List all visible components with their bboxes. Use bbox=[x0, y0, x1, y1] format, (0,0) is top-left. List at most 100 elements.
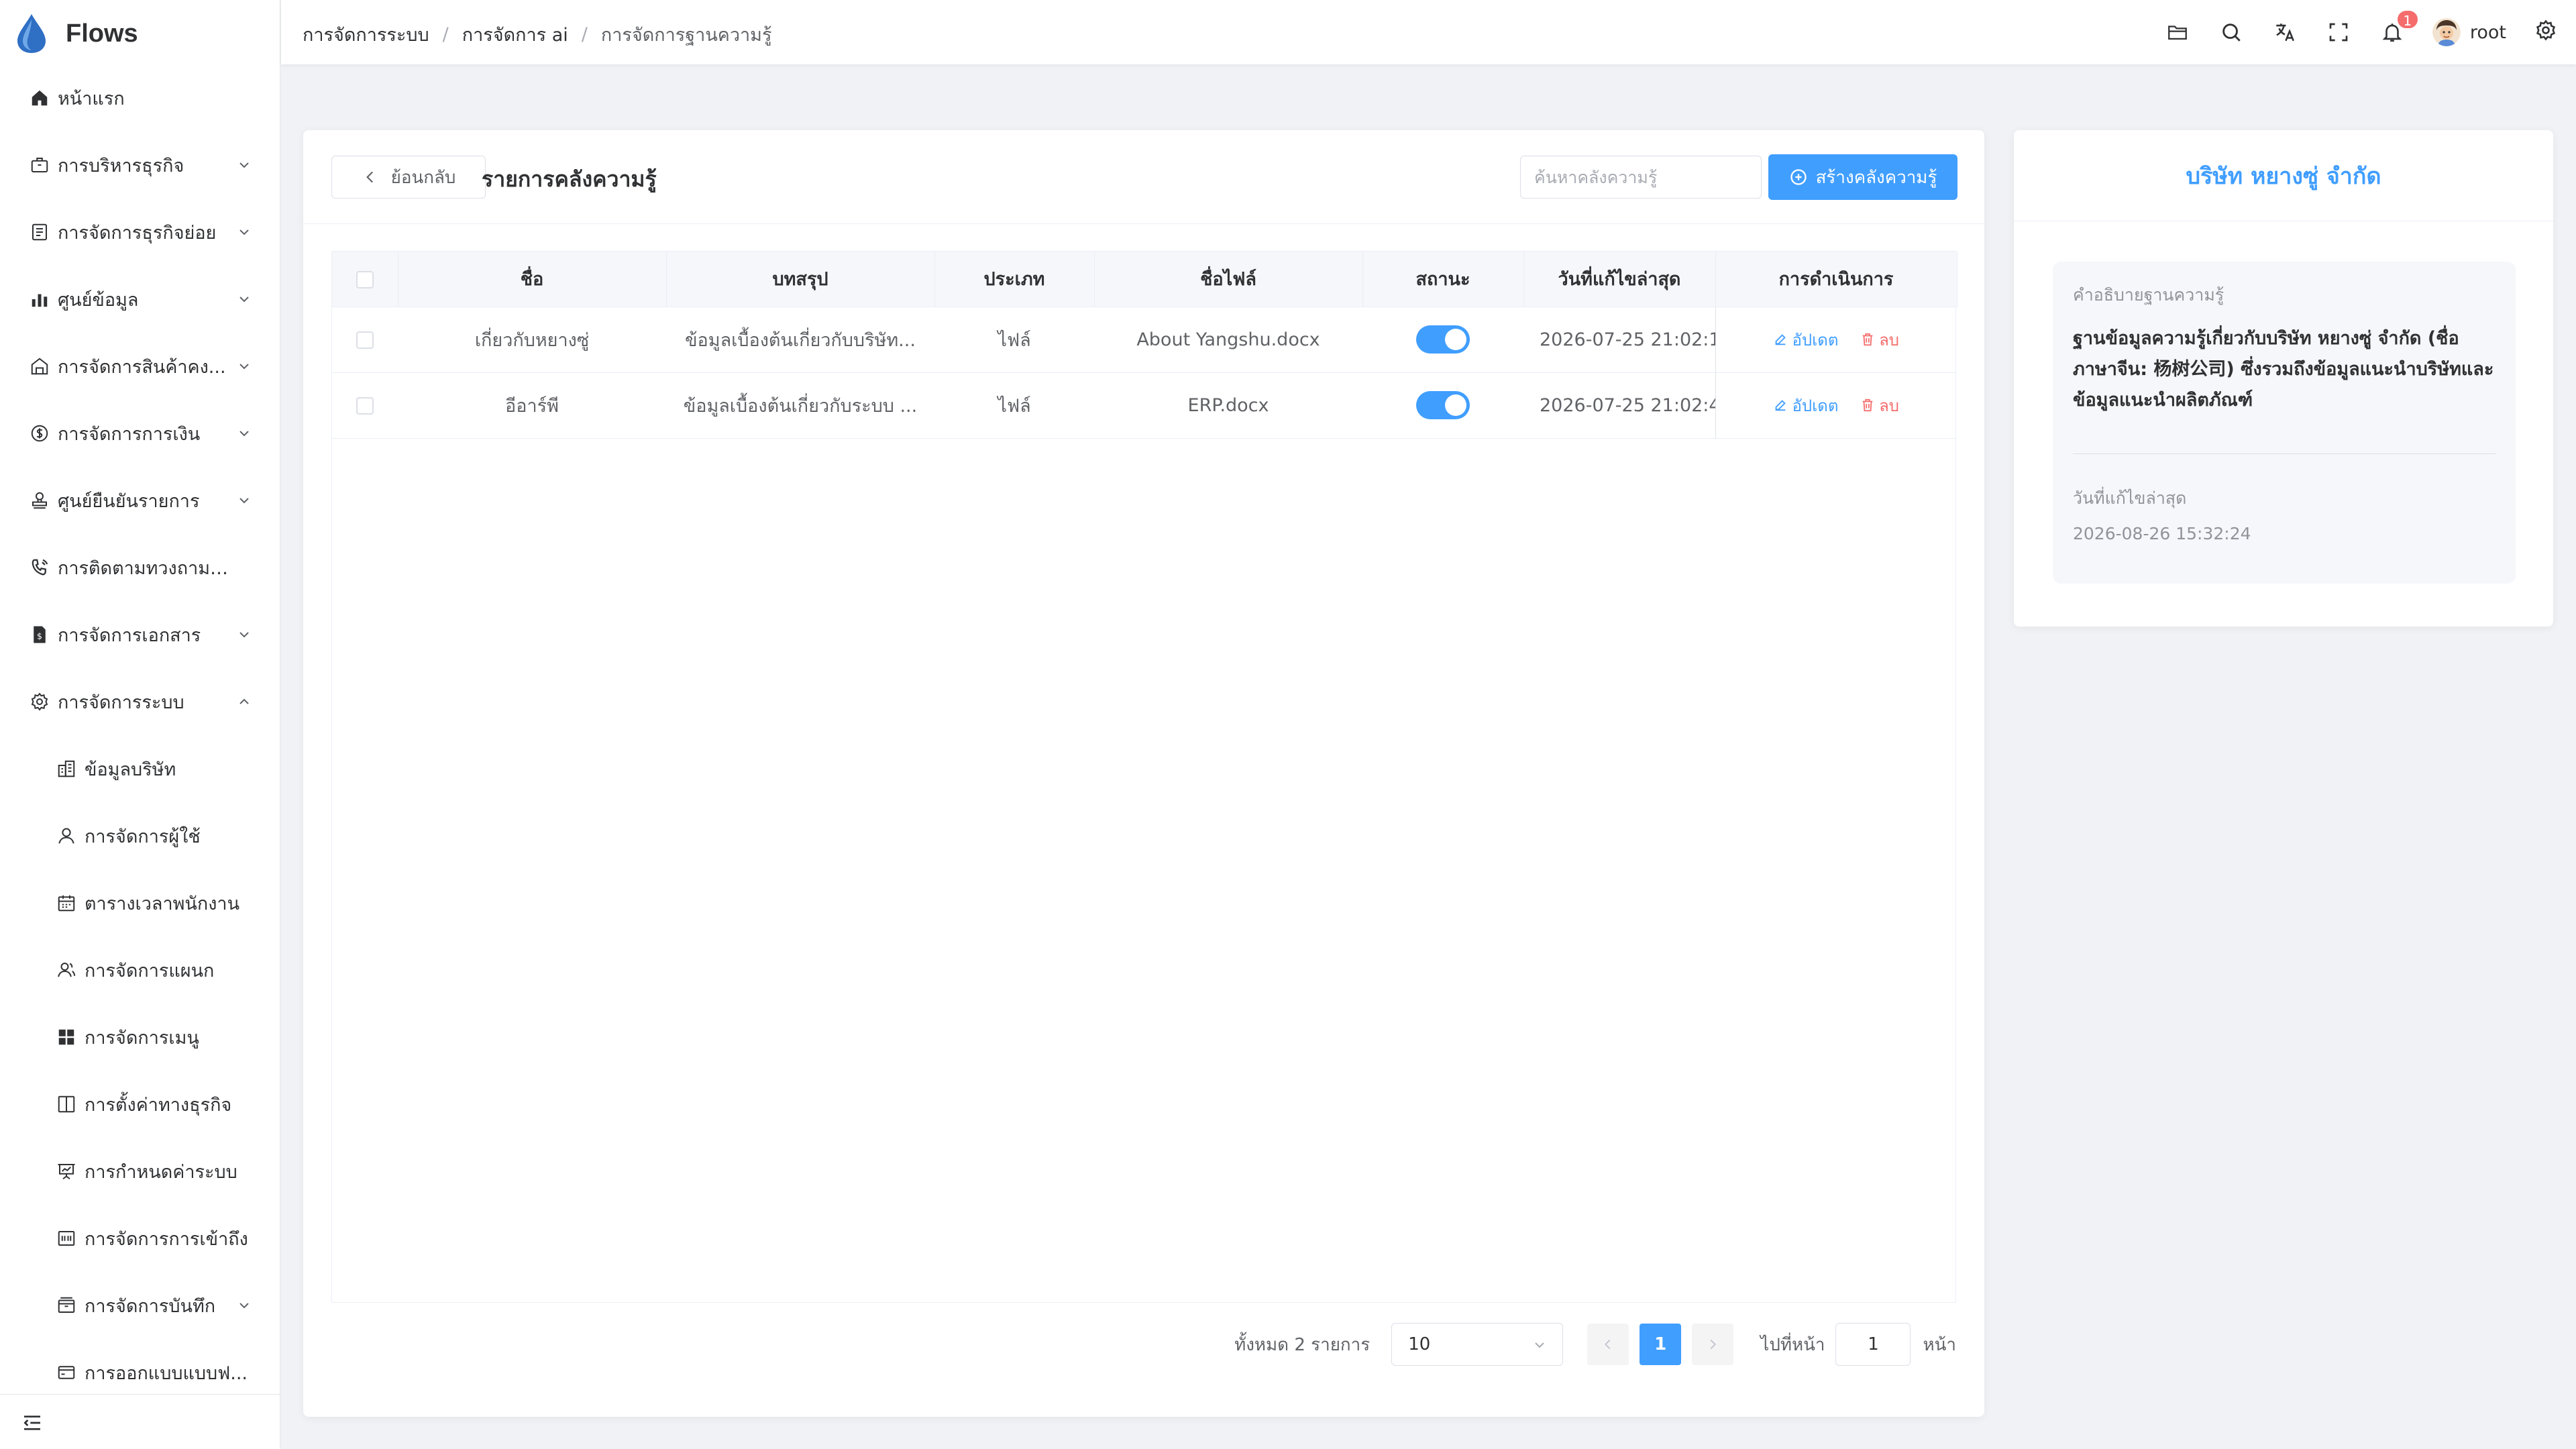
bell-icon[interactable]: 1 bbox=[2379, 9, 2419, 46]
translate-icon[interactable] bbox=[2271, 19, 2298, 46]
sidebar-item-label: การจัดการระบบ bbox=[58, 692, 184, 713]
chevron-down-icon bbox=[239, 162, 249, 168]
card-header: ย้อนกลับ รายการคลังความรู้ สร้างคลังความ… bbox=[303, 130, 1984, 224]
header-actions: 1 root bbox=[2164, 0, 2576, 64]
sidebar-item-subbusiness[interactable]: การจัดการธุรกิจย่อย bbox=[0, 199, 280, 266]
user-menu[interactable]: root bbox=[2432, 18, 2506, 46]
collapse-menu-icon[interactable] bbox=[21, 1412, 43, 1434]
cell-name: อีอาร์พี bbox=[505, 395, 559, 417]
sidebar-subitem-system-config[interactable]: การกำหนดค่าระบบ bbox=[0, 1138, 280, 1205]
select-all-checkbox[interactable] bbox=[356, 270, 374, 288]
row-checkbox[interactable] bbox=[356, 331, 374, 349]
sidebar-subitem-departments[interactable]: การจัดการแผนก bbox=[0, 936, 280, 1004]
row-select-cell bbox=[332, 307, 398, 372]
chevron-left-icon bbox=[1605, 1339, 1611, 1350]
sidebar-subitem-menus[interactable]: การจัดการเมนู bbox=[0, 1004, 280, 1071]
row-select-cell bbox=[332, 372, 398, 438]
sidebar-item-data-center[interactable]: ศูนย์ข้อมูล bbox=[0, 266, 280, 333]
page-size-select[interactable]: 10 bbox=[1391, 1323, 1564, 1366]
folder-icon[interactable] bbox=[2164, 19, 2191, 46]
sidebar-subitem-business-settings[interactable]: การตั้งค่าทางธุรกิจ bbox=[0, 1071, 280, 1138]
prev-page-button[interactable] bbox=[1587, 1324, 1629, 1365]
sidebar-subitem-logs[interactable]: การจัดการบันทึก bbox=[0, 1272, 280, 1339]
sidebar-item-label: การตั้งค่าทางธุรกิจ bbox=[85, 1094, 232, 1116]
avatar bbox=[2432, 18, 2461, 46]
knowledge-description: ฐานข้อมูลความรู้เกี่ยวกับบริษัท หยางซู่ … bbox=[2073, 328, 2494, 411]
delete-button[interactable]: ลบ bbox=[1860, 327, 1899, 353]
status-toggle[interactable] bbox=[1416, 325, 1470, 354]
chevron-down-icon bbox=[239, 364, 249, 370]
fullscreen-icon[interactable] bbox=[2325, 19, 2352, 46]
back-button[interactable]: ย้อนกลับ bbox=[331, 156, 486, 199]
chevron-left-icon bbox=[366, 171, 373, 183]
table-row: อีอาร์พี ข้อมูลเบื้องต้นเกี่ยวกับระบบ ..… bbox=[332, 372, 1957, 438]
trash-icon bbox=[1862, 333, 1873, 346]
sidebar-item-documents[interactable]: $ การจัดการเอกสาร bbox=[0, 601, 280, 668]
status-toggle[interactable] bbox=[1416, 391, 1470, 419]
chevron-down-icon bbox=[239, 229, 249, 235]
sidebar-item-finance[interactable]: การจัดการการเงิน bbox=[0, 400, 280, 467]
breadcrumb-item[interactable]: การจัดการ ai bbox=[462, 20, 568, 49]
cell-type: ไฟล์ bbox=[998, 395, 1031, 417]
knowledge-detail-box: คำอธิบายฐานความรู้ ฐานข้อมูลความรู้เกี่ย… bbox=[2053, 262, 2516, 584]
sidebar-item-label: การจัดการการเงิน bbox=[58, 423, 201, 445]
droplet-logo-icon bbox=[17, 14, 46, 53]
edit-label: อัปเดต bbox=[1792, 396, 1839, 415]
chevron-down-icon bbox=[239, 431, 249, 437]
create-knowledge-button[interactable]: สร้างคลังความรู้ bbox=[1768, 154, 1957, 200]
gear-icon[interactable] bbox=[2534, 19, 2561, 46]
column-header-type[interactable]: ประเภท bbox=[934, 252, 1095, 307]
sidebar-item-label: การออกแบบแบบฟ... bbox=[85, 1362, 248, 1384]
delete-button[interactable]: ลบ bbox=[1860, 392, 1899, 419]
search-input[interactable] bbox=[1520, 156, 1762, 199]
sidebar-subitem-schedule[interactable]: ตารางเวลาพนักงาน bbox=[0, 869, 280, 936]
next-page-button[interactable] bbox=[1692, 1324, 1734, 1365]
sidebar-item-business[interactable]: การบริหารธุรกิจ bbox=[0, 131, 280, 199]
plus-circle-icon bbox=[1790, 169, 1807, 185]
chevron-down-icon bbox=[239, 632, 249, 638]
column-header-name[interactable]: ชื่อ bbox=[398, 252, 667, 307]
app-logo[interactable]: Flows bbox=[15, 12, 138, 55]
pagination-total: ทั้งหมด 2 รายการ bbox=[1234, 1334, 1371, 1355]
sidebar-item-system[interactable]: การจัดการระบบ bbox=[0, 668, 280, 735]
edit-button[interactable]: อัปเดต bbox=[1773, 392, 1838, 419]
sidebar-item-label: การจัดการผู้ใช้ bbox=[85, 826, 201, 847]
breadcrumb-item-current: การจัดการฐานความรู้ bbox=[600, 25, 772, 46]
sidebar: Flows หน้าแรก การบริหารธุรกิจ การจัดการธ… bbox=[0, 0, 280, 1449]
search-icon[interactable] bbox=[2218, 19, 2245, 46]
edit-button[interactable]: อัปเดต bbox=[1773, 327, 1838, 353]
breadcrumb-item[interactable]: การจัดการระบบ bbox=[303, 20, 429, 49]
sidebar-item-label: การบริหารธุรกิจ bbox=[58, 155, 184, 176]
sidebar-subitem-access[interactable]: การจัดการการเข้าถึง bbox=[0, 1205, 280, 1272]
sidebar-item-label: ข้อมูลบริษัท bbox=[85, 759, 176, 780]
briefcase-icon bbox=[28, 154, 51, 176]
knowledge-detail-card: บริษัท หยางซู่ จำกัด คำอธิบายฐานความรู้ … bbox=[2014, 130, 2553, 627]
page-number-button[interactable]: 1 bbox=[1640, 1324, 1682, 1365]
home-icon bbox=[28, 87, 51, 109]
sidebar-item-confirmation[interactable]: ศูนย์ยืนยันรายการ bbox=[0, 467, 280, 534]
svg-text:$: $ bbox=[37, 631, 42, 641]
chevron-down-icon bbox=[239, 1303, 249, 1309]
row-checkbox[interactable] bbox=[356, 397, 374, 415]
breadcrumb-separator: / bbox=[581, 24, 588, 45]
username: root bbox=[2469, 21, 2506, 43]
column-header-updated[interactable]: วันที่แก้ไขล่าสุด bbox=[1523, 252, 1716, 307]
sidebar-subitem-company-info[interactable]: ข้อมูลบริษัท bbox=[0, 735, 280, 802]
sidebar-item-inventory[interactable]: การจัดการสินค้าคง... bbox=[0, 333, 280, 400]
sidebar-item-debt-collection[interactable]: การติดตามทวงถามหนี้ bbox=[0, 534, 280, 601]
building-icon bbox=[55, 757, 78, 780]
column-header-summary[interactable]: บทสรุป bbox=[666, 252, 935, 307]
invoice-icon: $ bbox=[28, 623, 51, 646]
sidebar-subitem-users[interactable]: การจัดการผู้ใช้ bbox=[0, 802, 280, 869]
jump-page-input[interactable] bbox=[1835, 1323, 1911, 1366]
knowledge-table: ชื่อ บทสรุป ประเภท ชื่อไฟล์ สถานะ วันที่… bbox=[331, 251, 1957, 1303]
sidebar-item-label: ศูนย์ข้อมูล bbox=[58, 289, 139, 311]
column-header-status[interactable]: สถานะ bbox=[1362, 252, 1524, 307]
cell-summary: ข้อมูลเบื้องต้นเกี่ยวกับบริษัท... bbox=[685, 329, 916, 351]
book-icon bbox=[55, 1093, 78, 1116]
sidebar-item-home[interactable]: หน้าแรก bbox=[0, 64, 280, 131]
column-header-filename[interactable]: ชื่อไฟล์ bbox=[1094, 252, 1363, 307]
app-name: Flows bbox=[66, 19, 138, 48]
sidebar-item-label: หน้าแรก bbox=[58, 88, 125, 109]
bar-chart-icon bbox=[28, 288, 51, 311]
